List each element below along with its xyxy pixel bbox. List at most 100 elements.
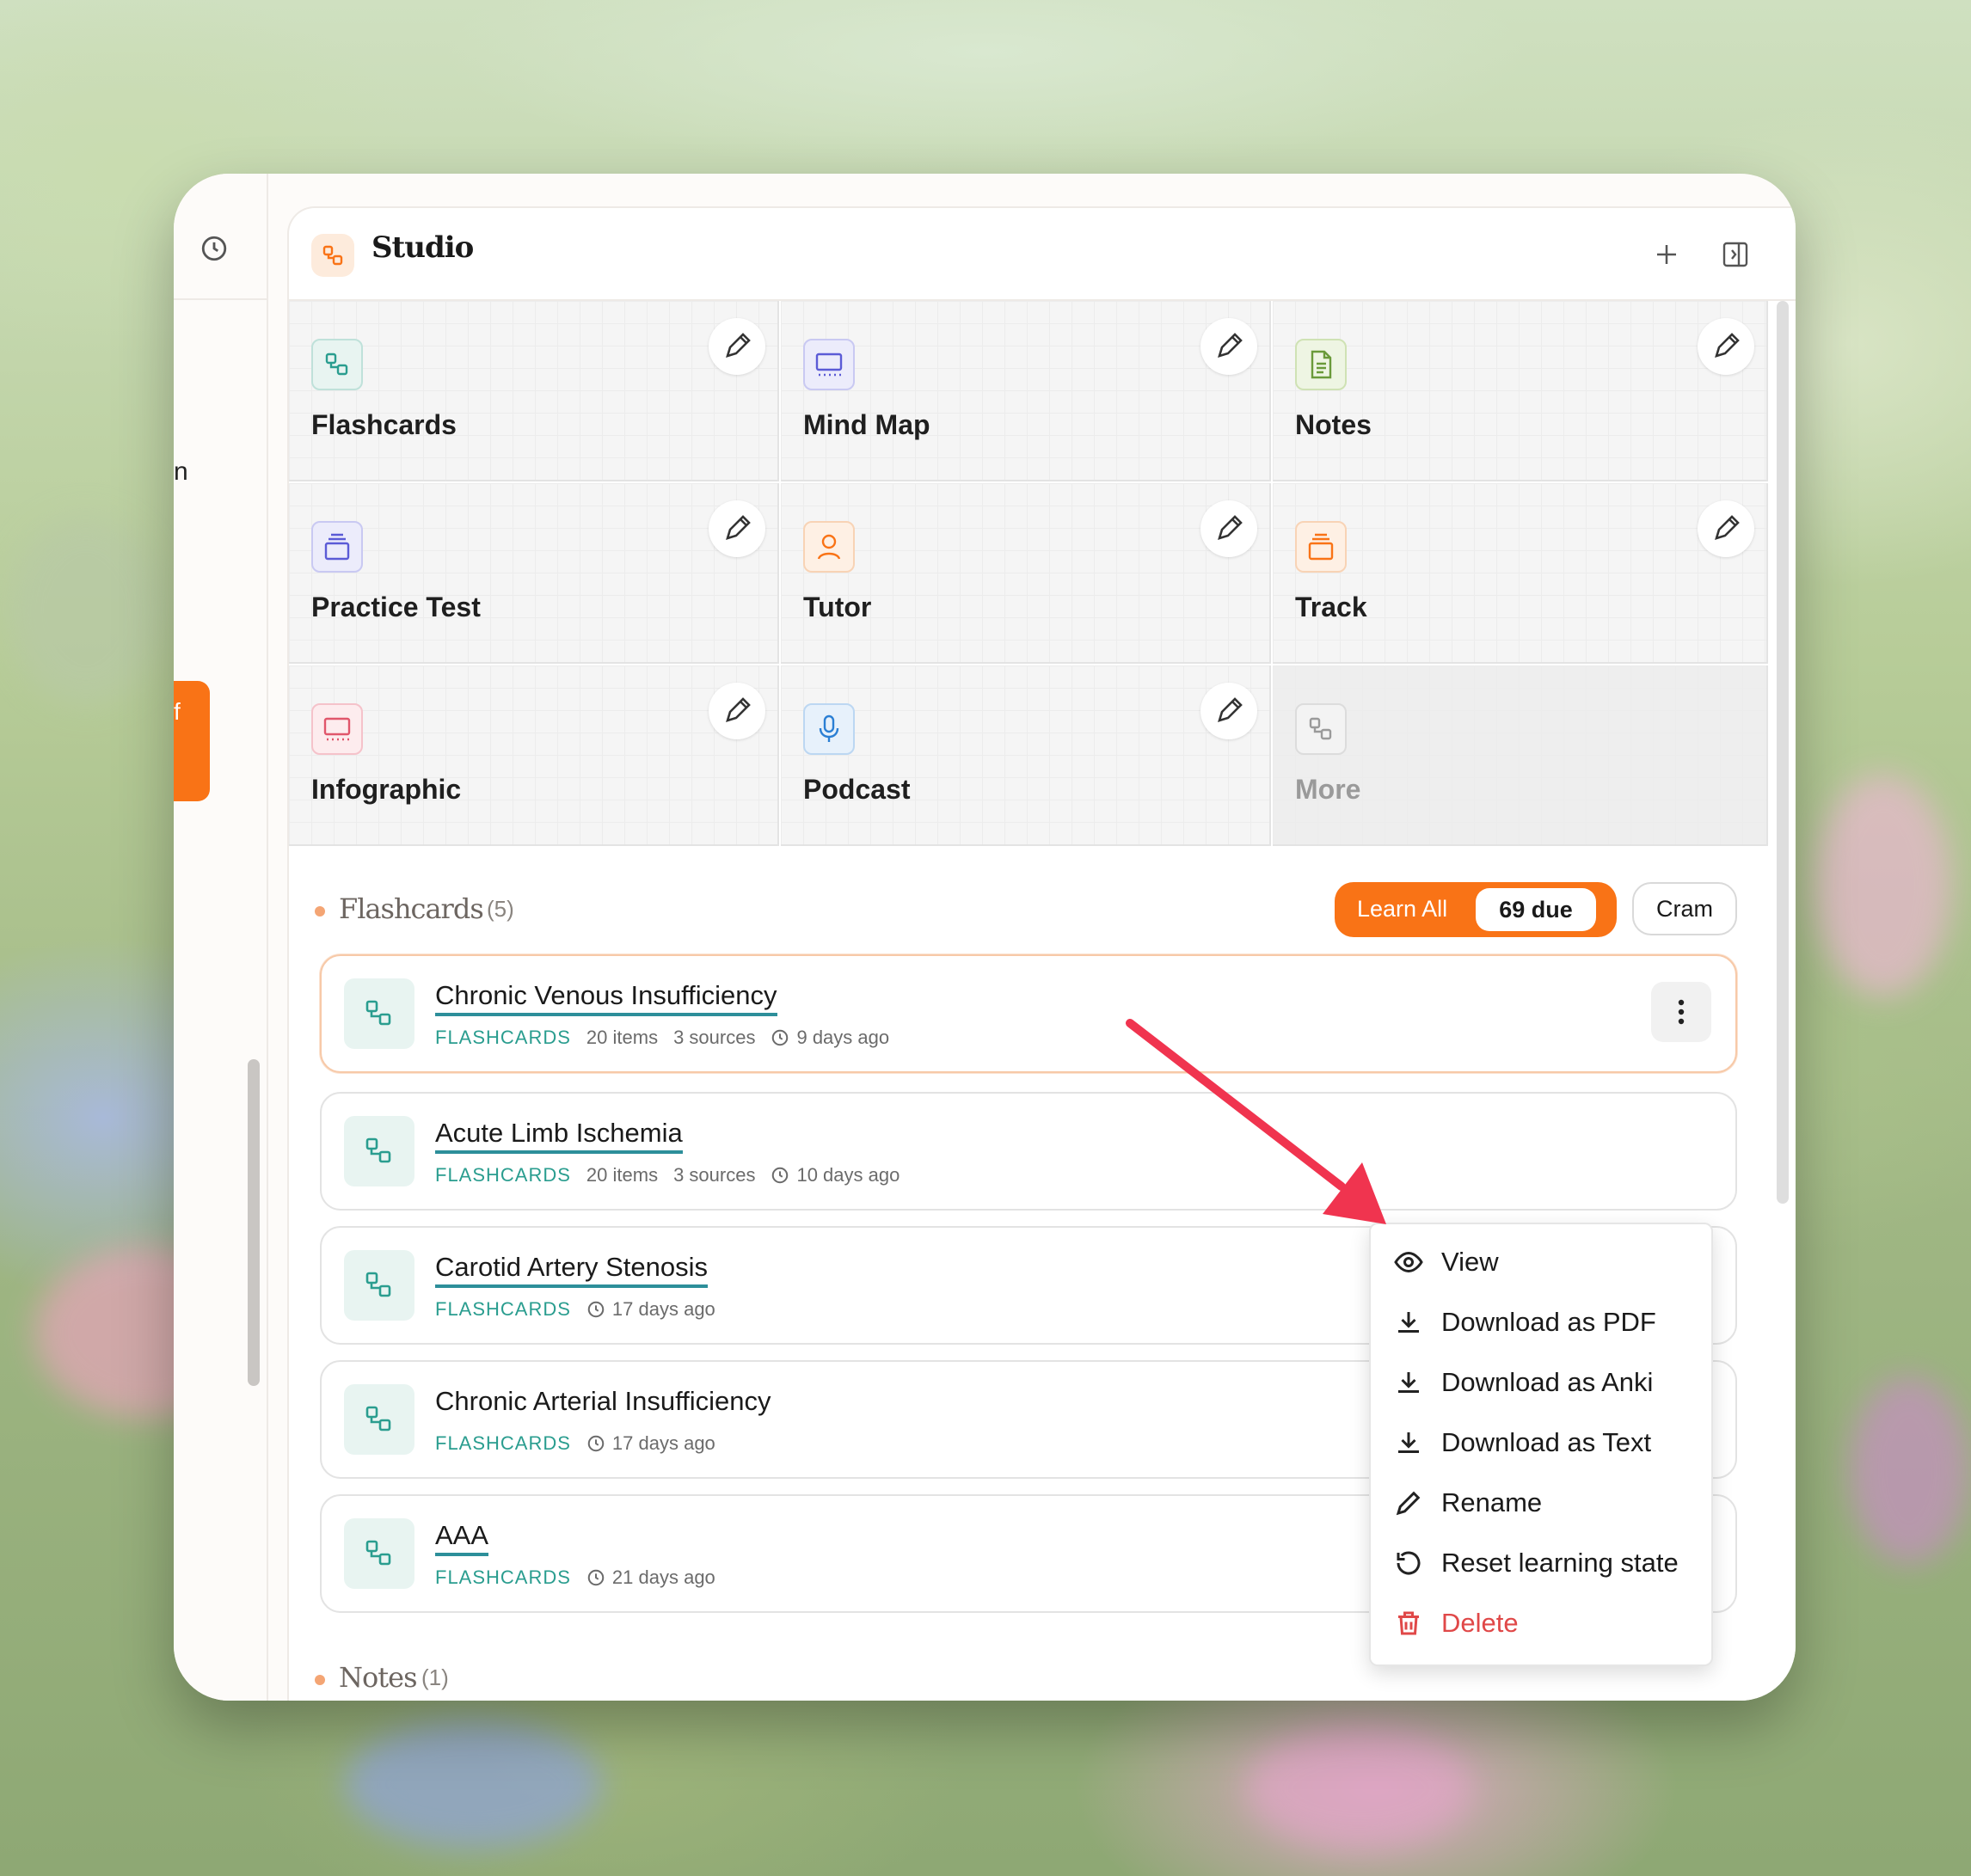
due-count-badge: 69 due xyxy=(1476,888,1596,931)
tool-tile-podcast[interactable]: Podcast xyxy=(781,665,1271,846)
background-painting-3 xyxy=(1849,1376,1969,1565)
edit-button[interactable] xyxy=(1698,318,1754,375)
left-sidebar: n f xyxy=(174,174,268,1701)
edit-button[interactable] xyxy=(709,683,765,739)
card-title[interactable]: Chronic Arterial Insufficiency xyxy=(435,1386,771,1419)
card-time: 10 days ago xyxy=(796,1164,900,1186)
panel-scrollbar[interactable] xyxy=(1777,301,1789,1204)
card-sources: 3 sources xyxy=(673,1027,756,1048)
card-time: 9 days ago xyxy=(796,1027,890,1048)
background-painting-4 xyxy=(344,1720,602,1848)
edit-button[interactable] xyxy=(709,500,765,557)
vertical-dots-icon xyxy=(1678,999,1685,1025)
tool-tile-tutor[interactable]: Tutor xyxy=(781,483,1271,664)
app-window: n f Studio Flashcards Mind Map Notes Pra… xyxy=(174,174,1796,1701)
edit-button[interactable] xyxy=(1200,318,1257,375)
tool-tile-notes[interactable]: Notes xyxy=(1273,301,1768,481)
download-icon xyxy=(1398,1372,1419,1393)
edit-button[interactable] xyxy=(709,318,765,375)
learn-all-label: Learn All xyxy=(1357,896,1448,922)
notes-icon xyxy=(1295,339,1347,390)
more-options-button[interactable] xyxy=(1651,982,1711,1042)
tool-tile-practice-test[interactable]: Practice Test xyxy=(289,483,779,664)
card-title[interactable]: Chronic Venous Insufficiency xyxy=(435,980,777,1016)
tutor-icon xyxy=(803,521,855,573)
tool-label: More xyxy=(1295,774,1361,805)
tool-tile-infographic[interactable]: Infographic xyxy=(289,665,779,846)
card-type: FLASHCARDS xyxy=(435,1566,571,1588)
pencil-icon xyxy=(1218,333,1243,358)
sidebar-orange-button[interactable]: f xyxy=(174,681,210,801)
clock-icon xyxy=(772,1029,789,1046)
trash-icon xyxy=(1398,1611,1419,1635)
card-time: 21 days ago xyxy=(611,1566,715,1588)
pencil-icon xyxy=(726,697,751,722)
edit-button[interactable] xyxy=(1200,500,1257,557)
tool-tile-more[interactable]: More xyxy=(1273,665,1768,846)
learn-all-button[interactable]: Learn All 69 due xyxy=(1335,882,1617,937)
menu-item-rename[interactable]: Rename xyxy=(1393,1477,1703,1529)
history-icon[interactable] xyxy=(200,234,229,263)
tool-tile-track[interactable]: Track xyxy=(1273,483,1768,664)
collapse-panel-icon[interactable] xyxy=(1716,236,1754,273)
tool-label: Track xyxy=(1295,592,1367,622)
section-count: (5) xyxy=(487,896,514,922)
card-meta: FLASHCARDS 17 days ago xyxy=(435,1298,715,1321)
tool-tile-mind-map[interactable]: Mind Map xyxy=(781,301,1271,481)
flashcards-icon xyxy=(344,1250,414,1321)
tool-label: Practice Test xyxy=(311,592,481,622)
flashcards-icon xyxy=(311,339,363,390)
tool-label: Tutor xyxy=(803,592,872,622)
section-dot xyxy=(315,906,325,917)
infographic-icon xyxy=(311,703,363,755)
menu-item-reset-learning[interactable]: Reset learning state xyxy=(1393,1537,1703,1589)
pencil-icon xyxy=(726,333,751,358)
card-meta: FLASHCARDS 20 items 3 sources 10 days ag… xyxy=(435,1164,900,1186)
menu-item-download-anki[interactable]: Download as Anki xyxy=(1393,1357,1703,1408)
tool-label: Mind Map xyxy=(803,409,930,440)
studio-header: Studio xyxy=(289,208,1796,301)
pencil-icon xyxy=(1715,333,1740,358)
flashcard-set-card[interactable]: Acute Limb Ischemia FLASHCARDS 20 items … xyxy=(320,1092,1737,1211)
pencil-icon xyxy=(1715,515,1740,540)
card-type: FLASHCARDS xyxy=(435,1432,571,1454)
edit-button[interactable] xyxy=(1698,500,1754,557)
card-type: FLASHCARDS xyxy=(435,1027,571,1048)
flashcards-icon xyxy=(344,1518,414,1589)
eye-icon xyxy=(1394,1251,1423,1273)
section-title: Notes xyxy=(339,1661,417,1694)
add-icon[interactable] xyxy=(1648,236,1685,273)
background-painting-6 xyxy=(9,516,163,705)
card-title[interactable]: Carotid Artery Stenosis xyxy=(435,1252,709,1288)
card-time: 17 days ago xyxy=(611,1298,715,1320)
tool-tile-flashcards[interactable]: Flashcards xyxy=(289,301,779,481)
tool-label: Infographic xyxy=(311,774,462,805)
background-painting-5 xyxy=(1247,1728,1471,1848)
studio-logo-icon xyxy=(311,234,354,277)
sidebar-partial-text: n xyxy=(174,457,188,486)
flashcard-set-card[interactable]: Chronic Venous Insufficiency FLASHCARDS … xyxy=(320,954,1737,1073)
flashcards-icon xyxy=(344,1384,414,1455)
menu-item-download-text[interactable]: Download as Text xyxy=(1393,1417,1703,1468)
menu-item-view[interactable]: View xyxy=(1393,1236,1703,1288)
card-meta: FLASHCARDS 20 items 3 sources 9 days ago xyxy=(435,1027,889,1049)
download-icon xyxy=(1398,1432,1419,1453)
flashcards-icon xyxy=(344,1116,414,1186)
sidebar-scrollbar[interactable] xyxy=(248,1059,260,1386)
card-title[interactable]: AAA xyxy=(435,1520,489,1556)
background-painting-2 xyxy=(1814,774,1952,997)
tool-label: Flashcards xyxy=(311,409,457,440)
menu-item-download-pdf[interactable]: Download as PDF xyxy=(1393,1297,1703,1348)
clock-icon xyxy=(587,1569,605,1586)
flashcards-icon xyxy=(344,978,414,1049)
clock-icon xyxy=(587,1301,605,1318)
card-title[interactable]: Acute Limb Ischemia xyxy=(435,1118,683,1154)
clock-icon xyxy=(587,1435,605,1452)
more-icon xyxy=(1295,703,1347,755)
section-dot xyxy=(315,1675,325,1685)
edit-button[interactable] xyxy=(1200,683,1257,739)
section-count: (1) xyxy=(421,1664,449,1690)
menu-item-delete[interactable]: Delete xyxy=(1393,1597,1703,1649)
card-meta: FLASHCARDS 21 days ago xyxy=(435,1566,715,1589)
cram-button[interactable]: Cram xyxy=(1632,882,1737,935)
